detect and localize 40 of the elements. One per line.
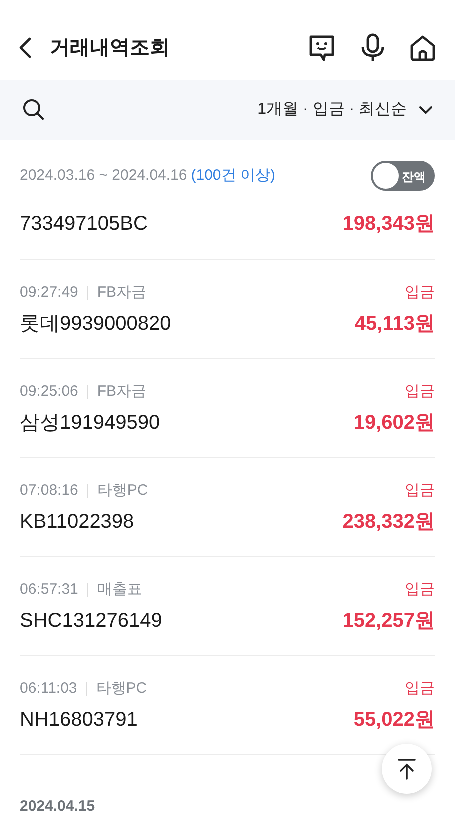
transaction-time: 09:25:06 <box>20 382 78 402</box>
transaction-type: 입금 <box>405 480 435 501</box>
balance-toggle[interactable]: 잔액 <box>371 161 435 191</box>
result-count: (100건 이상) <box>191 166 276 186</box>
transaction-type: 입금 <box>405 678 435 699</box>
home-icon[interactable] <box>409 34 437 62</box>
date-heading: 2024.04.15 <box>20 798 96 815</box>
transaction-time: 06:11:03 <box>20 678 78 699</box>
transaction-category: 타행PC <box>96 678 148 699</box>
search-icon[interactable] <box>22 98 46 122</box>
transaction-name: SHC131276149 <box>20 609 162 634</box>
filter-dropdown[interactable]: 1개월 · 입금 · 최신순 <box>258 98 433 122</box>
transaction-time: 07:08:16 <box>20 480 78 501</box>
transaction-amount: 45,113원 <box>354 312 435 337</box>
transaction-type: 입금 <box>405 382 435 402</box>
transaction-amount: 238,332원 <box>342 510 435 535</box>
period-range: 2024.03.16 ~ 2024.04.16 <box>20 166 188 186</box>
transaction-time: 06:57:31 <box>20 580 78 600</box>
transaction-name: 삼성191949590 <box>20 411 160 436</box>
transaction-name: 롯데9939000820 <box>20 312 172 337</box>
transaction-amount: 19,602원 <box>354 411 435 436</box>
transaction-category: 매출표 <box>97 580 142 600</box>
transaction-amount: 198,343원 <box>342 212 435 236</box>
transaction-type: 입금 <box>405 282 435 303</box>
transaction-name: 733497105BC <box>20 212 148 236</box>
transaction-category: FB자금 <box>97 382 147 402</box>
microphone-icon[interactable] <box>359 33 387 63</box>
chevron-down-icon <box>419 106 433 114</box>
transaction-time: 09:27:49 <box>20 282 78 303</box>
arrow-up-icon <box>397 758 417 780</box>
transaction-category: 타행PC <box>97 480 148 501</box>
scroll-to-top-button[interactable] <box>382 744 432 794</box>
transaction-amount: 55,022원 <box>354 708 435 733</box>
transaction-category: FB자금 <box>97 282 147 303</box>
transaction-type: 입금 <box>405 580 435 600</box>
page-title: 거래내역조회 <box>50 36 170 61</box>
chat-bubble-icon[interactable] <box>307 33 337 63</box>
transaction-name: NH16803791 <box>20 708 138 733</box>
transaction-amount: 152,257원 <box>342 609 435 634</box>
transaction-name: KB11022398 <box>20 510 134 535</box>
